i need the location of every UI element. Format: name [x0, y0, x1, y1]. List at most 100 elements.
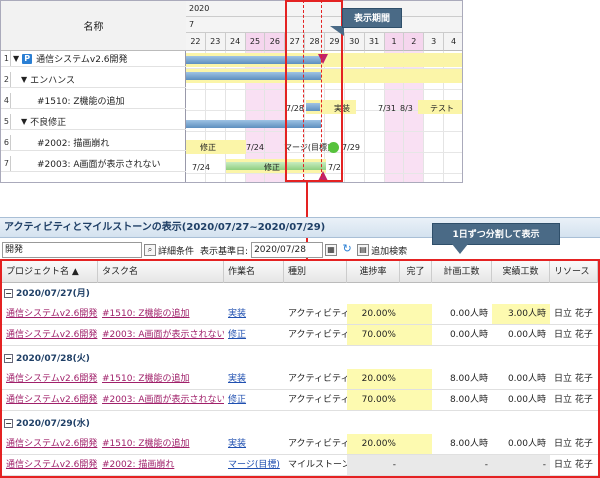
expand-toggle-icon[interactable]: ▼	[21, 75, 27, 84]
table-row[interactable]: 通信システムv2.6開発 #1510: Z機能の追加 実装 アクティビティ 20.00%…	[2, 369, 598, 390]
column-header[interactable]: タスク名	[98, 261, 224, 283]
project-link-text[interactable]: 通信システムv2.6開発	[6, 439, 97, 449]
progress-cell: 20.00%	[347, 434, 400, 454]
plan-hours-cell: 8.00人時	[449, 374, 488, 384]
work-link-text[interactable]: 実装	[228, 439, 246, 449]
column-header[interactable]: プロジェクト名 ▲	[2, 261, 98, 283]
add-search-icon[interactable]: ▤	[357, 244, 370, 256]
type-cell: マイルストーン	[288, 460, 347, 470]
project-link[interactable]: 通信システムv2.6開発	[2, 325, 98, 345]
task-link[interactable]: #2003: A画面が表示されない	[98, 390, 224, 410]
column-header[interactable]: 完了	[400, 261, 432, 283]
calendar-icon[interactable]: ▦	[325, 244, 338, 256]
refresh-icon[interactable]: ↻	[341, 243, 353, 256]
done-cell	[400, 369, 432, 389]
progress-cell: 70.00%	[347, 390, 400, 410]
work-link[interactable]: 実装	[224, 304, 284, 324]
gantt-row[interactable]: 1 ▼ P 通信システムv2.6開発	[1, 51, 186, 67]
gantt-day-header: 4	[444, 33, 462, 51]
done-cell	[400, 304, 432, 324]
project-link[interactable]: 通信システムv2.6開発	[2, 455, 98, 475]
project-link-text[interactable]: 通信システムv2.6開発	[6, 309, 97, 319]
gantt-row[interactable]: 2 ▼ エンハンス	[1, 72, 186, 88]
work-link[interactable]: 修正	[224, 325, 284, 345]
work-link[interactable]: 実装	[224, 369, 284, 389]
work-link-text[interactable]: 修正	[228, 395, 246, 405]
done-cell	[400, 325, 432, 345]
task-link[interactable]: #2002: 描画崩れ	[98, 455, 224, 475]
task-link-text[interactable]: #2003: A画面が表示されない	[102, 395, 224, 405]
task-link-text[interactable]: #1510: Z機能の追加	[102, 309, 190, 319]
gantt-label-test: テスト	[430, 104, 454, 113]
resource-cell: 日立 花子	[554, 309, 593, 319]
project-link-text[interactable]: 通信システムv2.6開発	[6, 330, 97, 340]
gantt-row[interactable]: 7 #2003: A画面が表示されない	[1, 156, 186, 172]
project-link[interactable]: 通信システムv2.6開発	[2, 369, 98, 389]
column-header[interactable]: 作業名	[224, 261, 284, 283]
project-link[interactable]: 通信システムv2.6開発	[2, 434, 98, 454]
work-link-text[interactable]: マージ(目標)	[228, 460, 280, 470]
actual-hours-cell: 3.00人時	[492, 304, 550, 324]
period-dash-line	[303, 0, 304, 182]
task-link[interactable]: #1510: Z機能の追加	[98, 434, 224, 454]
table-row[interactable]: 通信システムv2.6開発 #2003: A画面が表示されない 修正 アクティビティ 70…	[2, 390, 598, 411]
search-input[interactable]: 開発	[2, 242, 142, 258]
collapse-icon[interactable]: −	[4, 354, 13, 363]
period-dash-line	[321, 0, 322, 182]
date-label: 表示基準日:	[200, 246, 249, 257]
work-link-text[interactable]: 修正	[228, 330, 246, 340]
row-number: 5	[1, 114, 11, 129]
table-row[interactable]: 通信システムv2.6開発 #2003: A画面が表示されない 修正 アクティビティ 70…	[2, 325, 598, 346]
project-link[interactable]: 通信システムv2.6開発	[2, 390, 98, 410]
date-input[interactable]: 2020/07/28	[251, 242, 324, 258]
table-row[interactable]: 通信システムv2.6開発 #2002: 描画崩れ マージ(目標) マイルストーン - - -…	[2, 455, 598, 476]
column-header[interactable]: 進捗率	[347, 261, 400, 283]
collapse-icon[interactable]: −	[4, 289, 13, 298]
row-number: 1	[1, 51, 11, 66]
work-link-text[interactable]: 実装	[228, 374, 246, 384]
task-link[interactable]: #1510: Z機能の追加	[98, 369, 224, 389]
task-link-text[interactable]: #1510: Z機能の追加	[102, 439, 190, 449]
plan-hours-cell: -	[432, 455, 492, 475]
task-link-text[interactable]: #2002: 描画崩れ	[102, 460, 174, 470]
actual-hours-cell: 0.00人時	[507, 330, 546, 340]
column-header[interactable]: 種別	[284, 261, 347, 283]
activity-grid: プロジェクト名 ▲ タスク名 作業名 種別 進捗率 完了 計画工数 実績工数 リソース −202…	[0, 259, 600, 478]
plan-hours-cell: 8.00人時	[449, 439, 488, 449]
expand-toggle-icon[interactable]: ▼	[13, 54, 19, 63]
table-row[interactable]: 通信システムv2.6開発 #1510: Z機能の追加 実装 アクティビティ 20.00%…	[2, 304, 598, 325]
project-link-text[interactable]: 通信システムv2.6開発	[6, 374, 97, 384]
gantt-row[interactable]: 6 #2002: 描画崩れ	[1, 135, 186, 151]
column-header[interactable]: 実績工数	[492, 261, 550, 283]
date-group-row[interactable]: −2020/07/29(水)	[2, 415, 598, 433]
expand-toggle-icon[interactable]: ▼	[21, 117, 27, 126]
task-link-text[interactable]: #2003: A画面が表示されない	[102, 330, 224, 340]
date-group-row[interactable]: −2020/07/28(火)	[2, 350, 598, 368]
work-link[interactable]: マージ(目標)	[224, 455, 284, 475]
gantt-row[interactable]: 4 #1510: Z機能の追加	[1, 93, 186, 109]
project-link[interactable]: 通信システムv2.6開発	[2, 304, 98, 324]
plan-hours-cell: 8.00人時	[449, 395, 488, 405]
collapse-icon[interactable]: −	[4, 419, 13, 428]
column-header[interactable]: リソース	[550, 261, 598, 283]
detail-condition-link[interactable]: 詳細条件	[158, 244, 194, 257]
work-link[interactable]: 実装	[224, 434, 284, 454]
actual-hours-cell: 0.00人時	[507, 395, 546, 405]
task-link[interactable]: #2003: A画面が表示されない	[98, 325, 224, 345]
search-icon[interactable]: ⌕	[144, 244, 156, 256]
add-search-button[interactable]: 追加検索	[371, 244, 407, 257]
project-link-text[interactable]: 通信システムv2.6開発	[6, 395, 97, 405]
gantt-row[interactable]: 5 ▼ 不良修正	[1, 114, 186, 130]
column-header[interactable]: 計画工数	[432, 261, 492, 283]
work-link[interactable]: 修正	[224, 390, 284, 410]
date-group-row[interactable]: −2020/07/27(月)	[2, 285, 598, 303]
task-link[interactable]: #1510: Z機能の追加	[98, 304, 224, 324]
task-link-text[interactable]: #1510: Z機能の追加	[102, 374, 190, 384]
gantt-day-header: 26	[265, 33, 286, 51]
work-link-text[interactable]: 実装	[228, 309, 246, 319]
table-row[interactable]: 通信システムv2.6開発 #1510: Z機能の追加 実装 アクティビティ 20.00%…	[2, 434, 598, 455]
gantt-row-name: #2003: A画面が表示されない	[37, 160, 161, 170]
row-number: 7	[1, 156, 11, 171]
project-link-text[interactable]: 通信システムv2.6開発	[6, 460, 97, 470]
gantt-bar-fix-plan[interactable]	[186, 140, 246, 154]
